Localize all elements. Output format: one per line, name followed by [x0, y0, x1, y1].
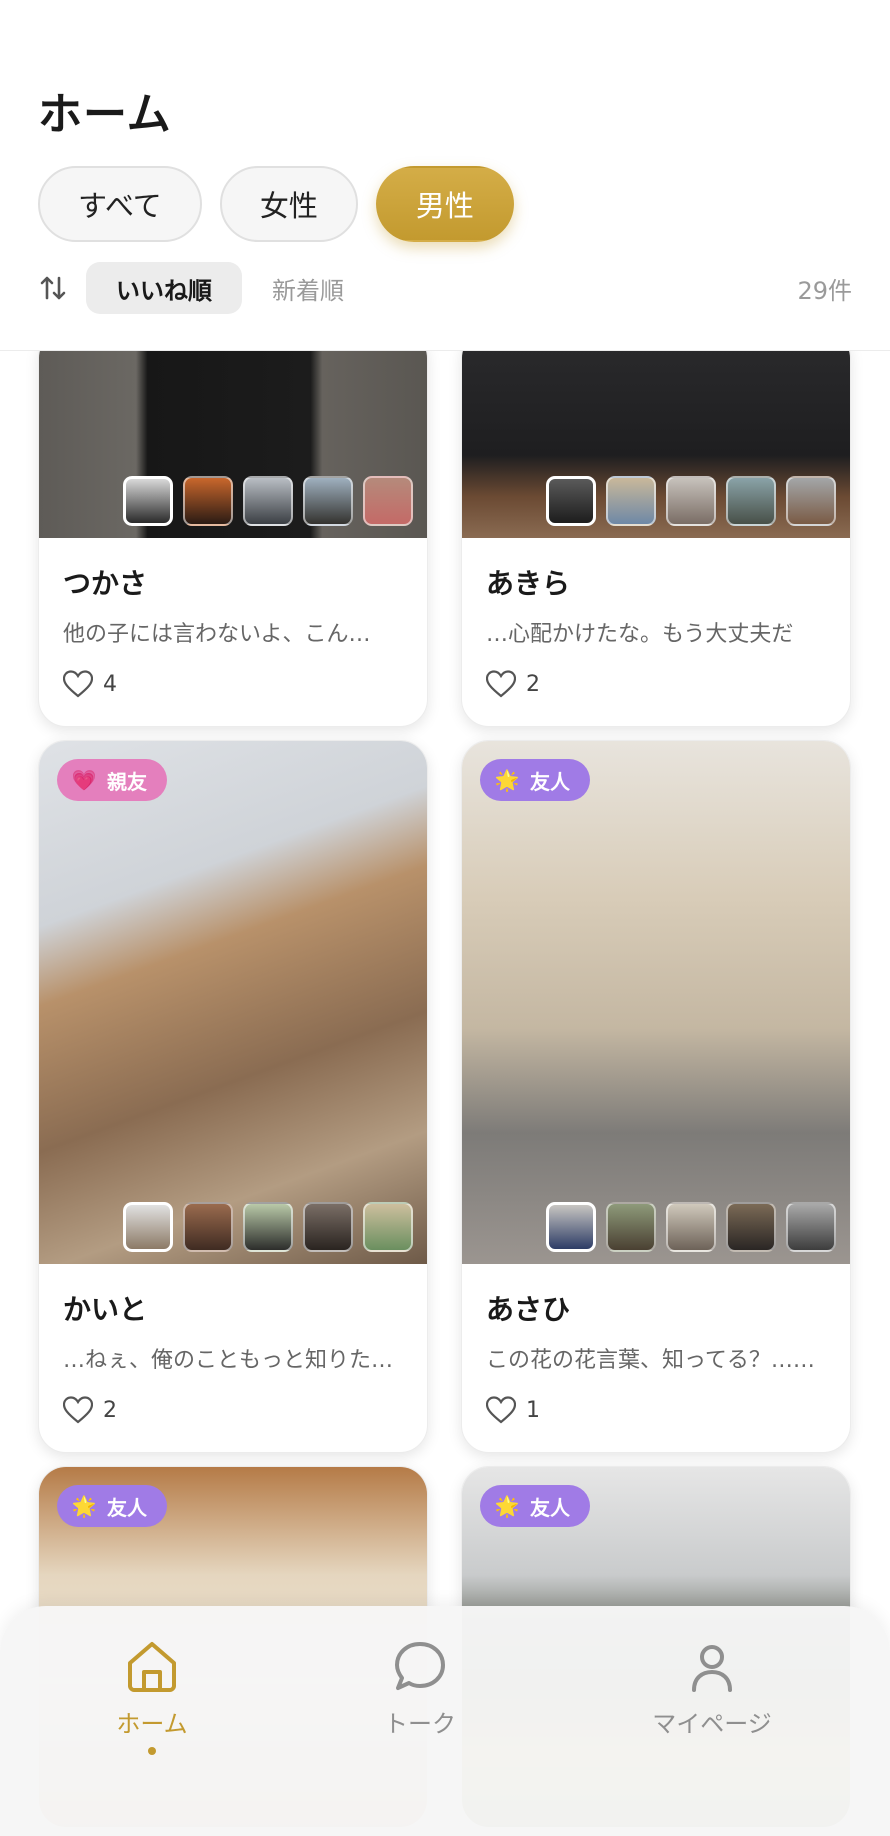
- photo-thumbnails: [546, 476, 836, 526]
- star-badge-icon: 🌟: [494, 768, 520, 792]
- like-count[interactable]: 2: [486, 670, 826, 698]
- chat-bubble-icon: [395, 1642, 445, 1690]
- thumbnail[interactable]: [363, 1202, 413, 1252]
- character-quote: …ねぇ、俺のこともっと知りた…: [63, 1348, 394, 1373]
- photo-thumbnails: [123, 1202, 413, 1252]
- gender-filter: すべて 女性 男性: [38, 166, 514, 242]
- like-count[interactable]: 4: [63, 670, 403, 698]
- home-icon: [128, 1642, 176, 1692]
- thumbnail[interactable]: [606, 1202, 656, 1252]
- thumbnail[interactable]: [123, 476, 173, 526]
- thumbnail[interactable]: [243, 1202, 293, 1252]
- character-name: あきら: [486, 567, 571, 600]
- thumbnail[interactable]: [546, 1202, 596, 1252]
- character-card[interactable]: 💗 親友 かいと …ねぇ、俺のこともっと知りた… 2: [38, 740, 428, 1453]
- sort-bar: いいね順 新着順 29件: [38, 262, 852, 314]
- heart-badge-icon: 💗: [71, 768, 97, 792]
- star-badge-icon: 🌟: [494, 1494, 520, 1518]
- card-body: あさひ この花の花言葉、知ってる？…… 1: [462, 1264, 850, 1452]
- nav-home[interactable]: ホーム: [42, 1636, 262, 1755]
- thumbnail[interactable]: [786, 476, 836, 526]
- result-count: 29件: [797, 276, 852, 305]
- thumbnail[interactable]: [546, 476, 596, 526]
- thumbnail[interactable]: [303, 476, 353, 526]
- thumbnail[interactable]: [123, 1202, 173, 1252]
- nav-talk[interactable]: トーク: [310, 1636, 530, 1739]
- header: ホーム すべて 女性 男性 いいね順 新着順 29件: [0, 0, 890, 351]
- like-count[interactable]: 1: [486, 1396, 826, 1424]
- card-body: あきら …心配かけたな。もう大丈夫だ 2: [462, 538, 850, 726]
- sort-icon[interactable]: [38, 273, 68, 303]
- heart-icon: [63, 1396, 93, 1424]
- like-count-value: 4: [103, 671, 117, 697]
- active-indicator: [148, 1747, 156, 1755]
- badge-label: 親友: [107, 769, 147, 794]
- thumbnail[interactable]: [786, 1202, 836, 1252]
- sort-newest-option[interactable]: 新着順: [242, 262, 374, 314]
- thumbnail[interactable]: [666, 1202, 716, 1252]
- character-name: あさひ: [486, 1293, 571, 1326]
- heart-icon: [63, 670, 93, 698]
- like-count[interactable]: 2: [63, 1396, 403, 1424]
- character-quote: この花の花言葉、知ってる？……: [486, 1348, 815, 1373]
- nav-home-label: ホーム: [116, 1710, 188, 1738]
- card-photo: 💗 親友: [39, 741, 427, 1264]
- card-photo: [462, 331, 850, 538]
- person-icon: [692, 1645, 732, 1692]
- thumbnail[interactable]: [666, 476, 716, 526]
- thumbnail[interactable]: [243, 476, 293, 526]
- thumbnail[interactable]: [726, 476, 776, 526]
- filter-all-chip[interactable]: すべて: [38, 166, 202, 242]
- nav-talk-label: トーク: [384, 1710, 456, 1738]
- thumbnail[interactable]: [303, 1202, 353, 1252]
- character-card[interactable]: つかさ 他の子には言わないよ、こん… 4: [38, 330, 428, 727]
- relationship-badge: 🌟 友人: [480, 759, 590, 801]
- sort-likes-option[interactable]: いいね順: [86, 262, 242, 314]
- app-screen: ホーム すべて 女性 男性 いいね順 新着順 29件 つかさ 他の子には言わない…: [0, 0, 890, 1836]
- photo-thumbnails: [546, 1202, 836, 1252]
- thumbnail[interactable]: [726, 1202, 776, 1252]
- card-body: かいと …ねぇ、俺のこともっと知りた… 2: [39, 1264, 427, 1452]
- filter-male-chip[interactable]: 男性: [375, 166, 514, 242]
- character-card[interactable]: 🌟 友人 あさひ この花の花言葉、知ってる？…… 1: [461, 740, 851, 1453]
- like-count-value: 1: [526, 1397, 540, 1423]
- character-quote: …心配かけたな。もう大丈夫だ: [486, 622, 794, 647]
- badge-label: 友人: [530, 769, 570, 794]
- character-quote: 他の子には言わないよ、こん…: [63, 622, 371, 647]
- character-name: つかさ: [63, 567, 148, 600]
- character-card[interactable]: あきら …心配かけたな。もう大丈夫だ 2: [461, 330, 851, 727]
- page-title: ホーム: [38, 89, 172, 140]
- relationship-badge: 🌟 友人: [57, 1485, 167, 1527]
- heart-icon: [486, 670, 516, 698]
- filter-female-chip[interactable]: 女性: [219, 166, 358, 242]
- character-name: かいと: [63, 1293, 148, 1326]
- card-photo: 🌟 友人: [462, 741, 850, 1264]
- star-badge-icon: 🌟: [71, 1494, 97, 1518]
- like-count-value: 2: [103, 1397, 117, 1423]
- heart-icon: [486, 1396, 516, 1424]
- card-photo: [39, 331, 427, 538]
- thumbnail[interactable]: [606, 476, 656, 526]
- photo-thumbnails: [123, 476, 413, 526]
- bottom-navigation: ホーム トーク マイページ: [0, 1606, 890, 1836]
- relationship-badge: 💗 親友: [57, 759, 167, 801]
- badge-label: 友人: [530, 1495, 570, 1520]
- card-body: つかさ 他の子には言わないよ、こん… 4: [39, 538, 427, 726]
- nav-mypage[interactable]: マイページ: [602, 1636, 822, 1739]
- badge-label: 友人: [107, 1495, 147, 1520]
- thumbnail[interactable]: [183, 1202, 233, 1252]
- thumbnail[interactable]: [363, 476, 413, 526]
- nav-mypage-label: マイページ: [652, 1710, 772, 1738]
- thumbnail[interactable]: [183, 476, 233, 526]
- like-count-value: 2: [526, 671, 540, 697]
- relationship-badge: 🌟 友人: [480, 1485, 590, 1527]
